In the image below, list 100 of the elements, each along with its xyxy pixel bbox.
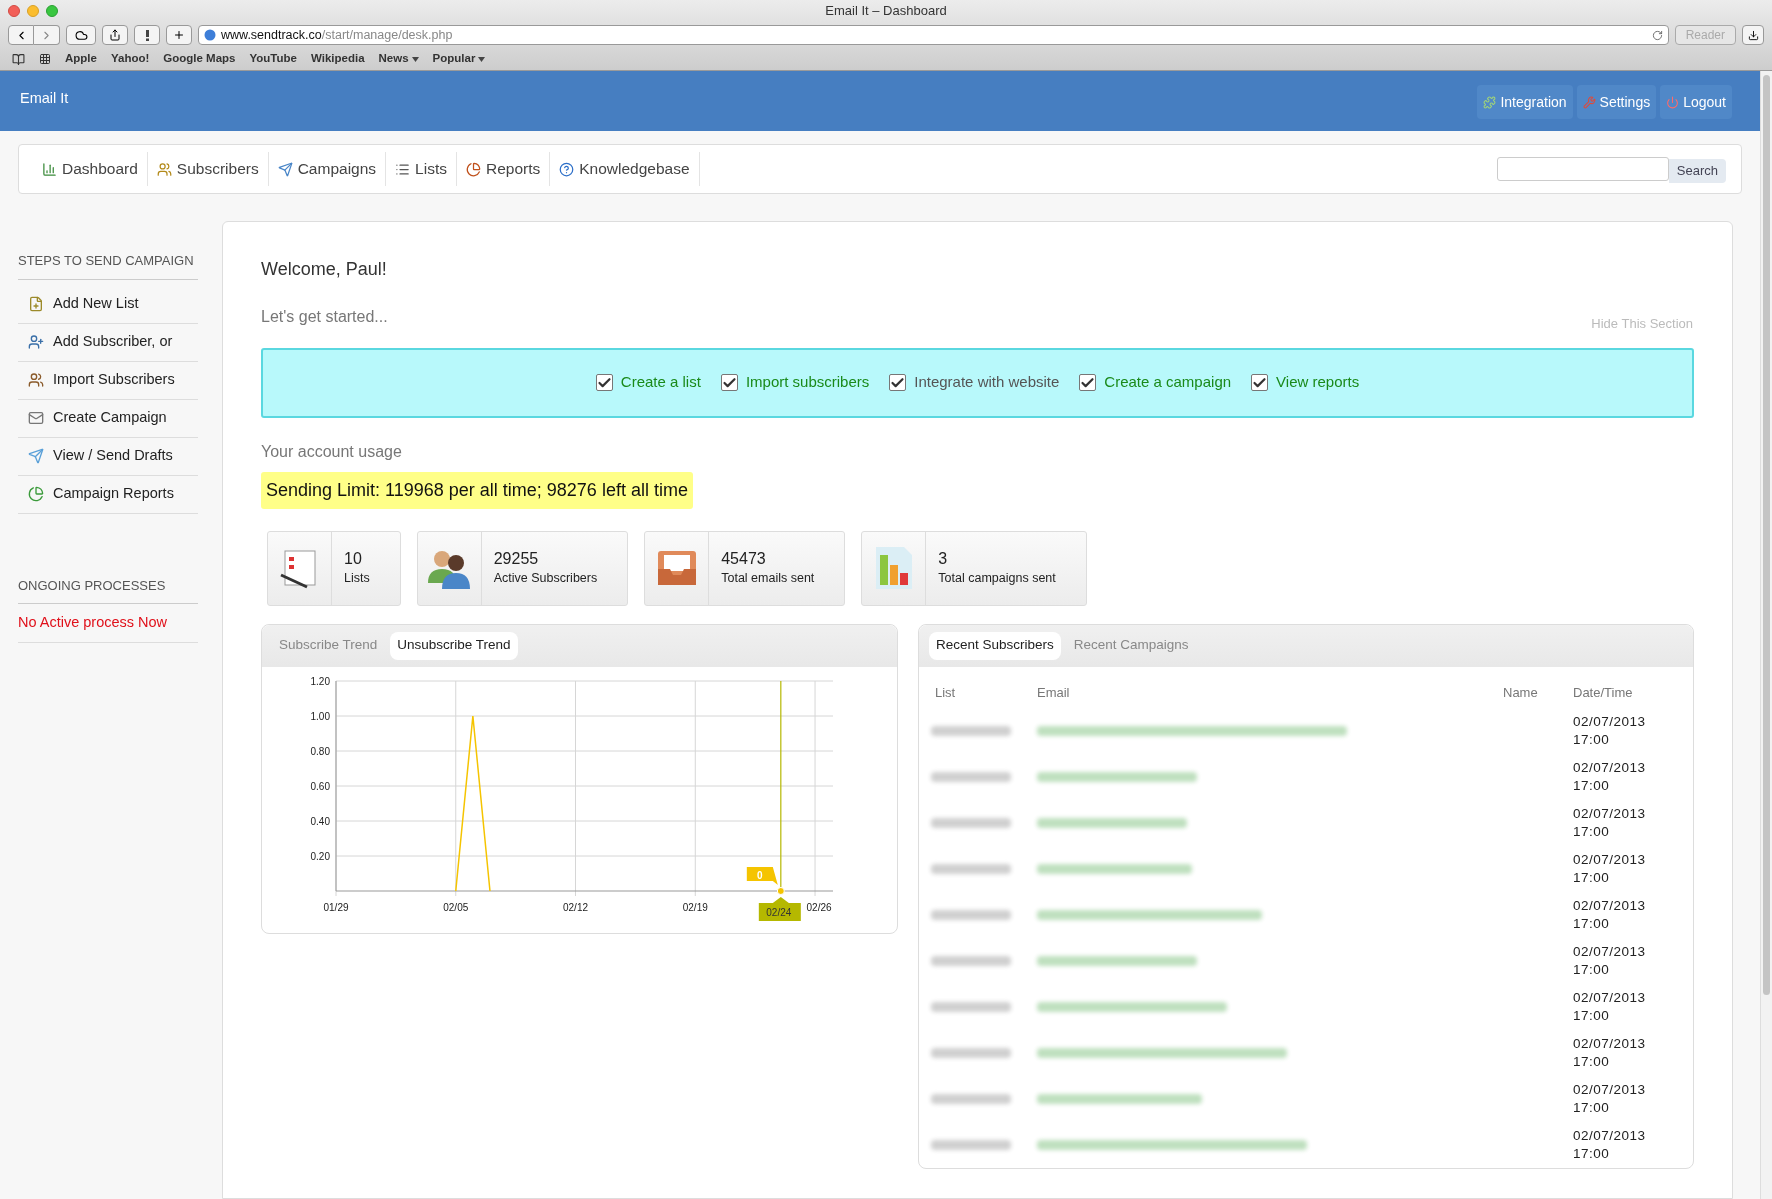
cloud-icon xyxy=(74,28,88,42)
welcome-subtitle: Let's get started... xyxy=(261,307,388,327)
checklist-link[interactable]: Create a list xyxy=(620,371,701,394)
zoom-window-icon[interactable] xyxy=(46,5,58,17)
step-icon xyxy=(28,334,44,350)
bookmarks-icon[interactable] xyxy=(12,52,25,66)
table-cell-text: 02/07/2013 17:00 xyxy=(1573,989,1647,1025)
header-action-button[interactable]: Settings xyxy=(1576,85,1657,119)
x-tick-label: 02/26 xyxy=(806,901,832,913)
table-cell-text: 02/07/2013 17:00 xyxy=(1573,1081,1647,1117)
table-cell-text: 02/07/2013 17:00 xyxy=(1573,805,1647,841)
header-action-button[interactable]: Logout xyxy=(1660,85,1732,119)
y-tick-label: 0.60 xyxy=(310,780,330,792)
bookmark-link[interactable]: Apple xyxy=(65,50,97,68)
bookmark-link[interactable]: News xyxy=(378,50,419,68)
panel-tab[interactable]: Recent Subscribers xyxy=(929,631,1061,660)
checklist-link[interactable]: View reports xyxy=(1276,371,1360,394)
header-action-icon xyxy=(1666,95,1680,109)
step-checkbox[interactable] xyxy=(595,374,613,391)
nav-link[interactable]: Reports xyxy=(456,152,551,186)
x-tick-label: 02/24 xyxy=(766,906,792,918)
checklist-link[interactable]: Create a campaign xyxy=(1104,371,1232,394)
search-button[interactable]: Search xyxy=(1668,158,1726,183)
value-tooltip: 0 xyxy=(746,866,778,885)
scrollbar[interactable] xyxy=(1760,71,1772,1199)
sidebar-step-link[interactable]: Import Subscribers xyxy=(18,361,198,400)
sidebar-step-link[interactable]: View / Send Drafts xyxy=(18,437,198,476)
step-icon xyxy=(28,486,44,502)
table-cell-text: 02/07/2013 17:00 xyxy=(1573,943,1647,979)
download-icon xyxy=(1747,29,1759,41)
stat-label: Active Subscribers xyxy=(493,569,598,587)
top-sites-icon[interactable] xyxy=(39,53,51,65)
table-cell-text: 02/07/2013 17:00 xyxy=(1573,851,1647,887)
globe-icon xyxy=(204,29,216,41)
step-checkbox[interactable] xyxy=(720,374,738,391)
nav-icon xyxy=(277,161,293,177)
new-tab-button[interactable] xyxy=(166,25,192,45)
sidebar-heading: STEPS TO SEND CAMPAIGN xyxy=(18,251,198,280)
sidebar-step-link[interactable]: Campaign Reports xyxy=(18,475,198,514)
nav-icon xyxy=(395,161,411,177)
step-checkbox[interactable] xyxy=(889,374,907,391)
y-tick-label: 0.40 xyxy=(310,815,330,827)
bookmark-link[interactable]: Popular xyxy=(432,50,486,68)
nav-link[interactable]: Lists xyxy=(386,152,457,186)
bar-chart-document-icon xyxy=(873,545,914,591)
nav-icon xyxy=(42,161,57,177)
x-tick-label: 02/05 xyxy=(443,901,469,913)
sidebar-step-link[interactable]: Add Subscriber, or xyxy=(18,323,198,362)
back-button[interactable] xyxy=(8,25,34,45)
caret-icon xyxy=(478,56,486,62)
stat-label: Total campaigns sent xyxy=(938,569,1056,587)
y-tick-label: 0.20 xyxy=(310,850,330,862)
y-tick-label: 0.80 xyxy=(310,745,330,757)
checklist-link[interactable]: Import subscribers xyxy=(745,371,870,394)
cloud-button[interactable] xyxy=(66,25,96,45)
nav-icon xyxy=(156,161,172,177)
nav-link[interactable]: Campaigns xyxy=(268,152,387,186)
sidebar-step-link[interactable]: Create Campaign xyxy=(18,399,198,438)
stat-label: Total emails sent xyxy=(721,569,815,587)
address-field[interactable]: www.sendtrack.co/start/manage/desk.php xyxy=(198,25,1669,45)
x-tick-label: 02/19 xyxy=(682,901,708,913)
step-checkbox[interactable] xyxy=(1251,374,1269,391)
stat-value: 45473 xyxy=(721,548,767,569)
url-text: www.sendtrack.co/start/manage/desk.php xyxy=(221,26,454,44)
header-action-button[interactable]: Integration xyxy=(1477,85,1573,119)
search-field[interactable] xyxy=(1496,157,1669,181)
nav-link[interactable]: Dashboard xyxy=(33,152,148,186)
crosshair-date-label: 02/24 xyxy=(758,896,801,921)
sending-limit-notice: Sending Limit: 119968 per all time; 98276 left all time xyxy=(261,471,693,509)
nav-link[interactable]: Subscribers xyxy=(147,152,269,186)
annotation: 0 xyxy=(757,869,764,881)
header-action-icon xyxy=(1582,95,1596,109)
column-header: Date/Time xyxy=(1573,683,1634,702)
step-icon xyxy=(28,296,44,312)
bookmark-link[interactable]: YouTube xyxy=(249,50,297,68)
nav-link[interactable]: Knowledgebase xyxy=(550,152,700,186)
bookmark-link[interactable]: Wikipedia xyxy=(311,50,365,68)
plus-icon xyxy=(173,29,185,41)
close-window-icon[interactable] xyxy=(8,5,20,17)
alert-button[interactable] xyxy=(134,25,160,45)
brand-title: Email It xyxy=(20,88,69,108)
step-checkbox[interactable] xyxy=(1079,374,1097,391)
y-tick-label: 1.20 xyxy=(310,675,330,687)
header-action-icon xyxy=(1483,95,1497,109)
share-button[interactable] xyxy=(102,25,128,45)
sidebar-heading: ONGOING PROCESSES xyxy=(18,575,198,604)
column-header: List xyxy=(934,683,957,702)
checklist-label: Integrate with website xyxy=(914,372,1060,393)
sidebar-step-link[interactable]: Add New List xyxy=(18,285,198,324)
reload-icon[interactable] xyxy=(1651,29,1663,41)
bookmark-link[interactable]: Google Maps xyxy=(163,50,236,68)
table-cell-text: 02/07/2013 17:00 xyxy=(1573,897,1647,933)
panel-tab[interactable]: Unsubscribe Trend xyxy=(390,631,518,660)
bookmark-link[interactable]: Yahoo! xyxy=(110,50,150,68)
x-tick-label: 01/29 xyxy=(323,901,349,913)
step-icon xyxy=(28,410,44,426)
share-icon xyxy=(109,29,121,41)
downloads-button[interactable] xyxy=(1742,25,1764,45)
x-tick-label: 02/12 xyxy=(563,901,589,913)
stat-value: 29255 xyxy=(493,548,540,569)
